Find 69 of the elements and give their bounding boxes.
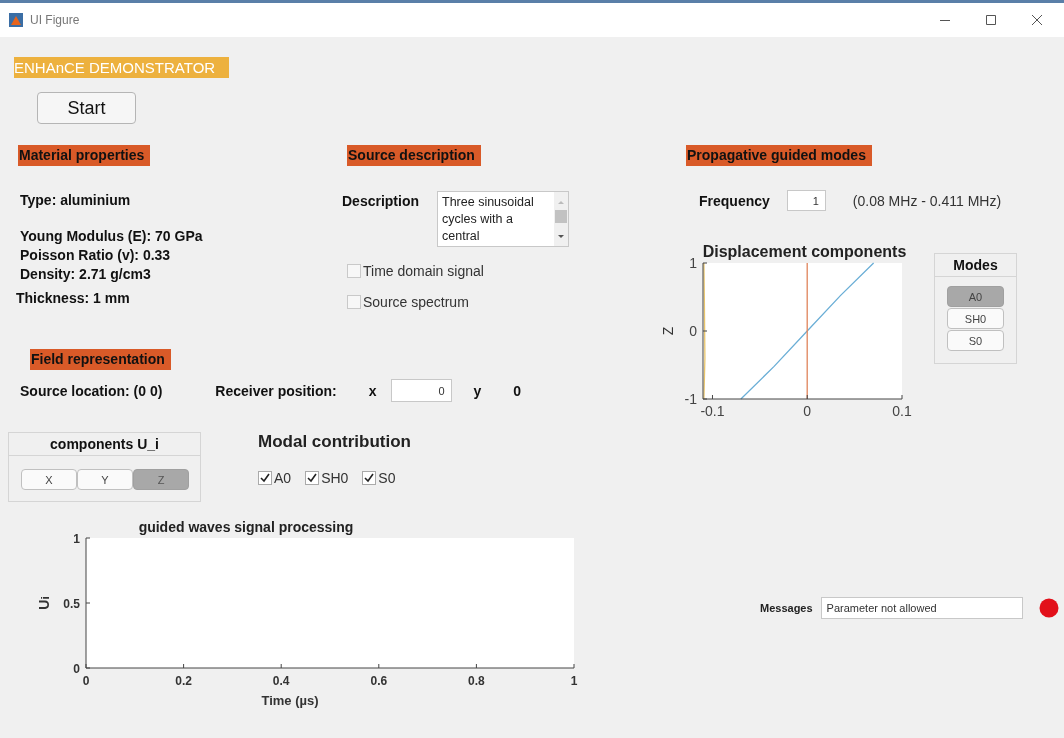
tick-label: 1 (73, 532, 80, 546)
tick-label: 1 (570, 674, 578, 688)
tick-label: 0 (82, 674, 90, 688)
app-icon (9, 13, 23, 27)
tick-label: 0.8 (468, 674, 485, 688)
modal-title: Modal contribution (258, 432, 411, 452)
checkmark-icon (363, 472, 376, 484)
property-text: Poisson Ratio (v): 0.33 (20, 246, 171, 265)
tick-label: -1 (684, 391, 697, 407)
checkbox[interactable] (305, 471, 320, 485)
description-label: Description (342, 192, 419, 210)
tick-label: -0.1 (700, 403, 725, 419)
tick-label: 0.1 (892, 403, 912, 419)
property-text: Density: 2.71 g/cm3 (20, 265, 151, 284)
messages-label: Messages (760, 602, 813, 614)
checkbox-label: A0 (274, 470, 292, 486)
checkbox-label: Time domain signal (363, 262, 484, 280)
description-list[interactable]: Three sinusoidal cycles with a central (437, 191, 569, 247)
scroll-bar (554, 192, 568, 246)
chart-title: guided waves signal processing (138, 519, 354, 535)
checkmark-icon (306, 472, 319, 484)
frequency-label: Frequency (699, 191, 770, 210)
tick-label: 0 (73, 662, 80, 676)
tick-label: 1 (689, 255, 697, 271)
checkbox-label: Source spectrum (363, 293, 469, 311)
checkbox[interactable] (347, 295, 361, 309)
close-icon[interactable] (1032, 15, 1042, 25)
y-label: y (473, 381, 482, 400)
mode-button[interactable]: SH0 (947, 308, 1004, 329)
chart-title: Displacement components (702, 243, 907, 260)
frequency-field[interactable]: 1 (786, 190, 826, 211)
frequency-range: (0.08 MHz - 0.411 MHz) (852, 192, 1002, 209)
panel-title: Modes (935, 254, 1016, 277)
x-label: x (368, 381, 377, 400)
y-value: 0 (513, 381, 522, 400)
checkbox[interactable] (258, 471, 272, 485)
toggle-button[interactable]: X (21, 469, 77, 490)
x-field[interactable]: 0 (390, 379, 452, 402)
maximize-icon[interactable] (986, 15, 996, 25)
tick-label: 0.6 (370, 674, 388, 688)
mode-button[interactable]: A0 (947, 286, 1004, 307)
source-location-text: Source location: (0 0) (20, 381, 163, 400)
checkbox-label: SH0 (321, 470, 349, 486)
receiver-label: Receiver position: (215, 381, 337, 400)
section-heading: Propagative guided modes (686, 145, 872, 166)
tick-label: 0.2 (175, 674, 192, 688)
property-text: Young Modulus (E): 70 GPa (20, 227, 203, 246)
app-banner: ENHAnCE DEMONSTRATOR (14, 57, 230, 78)
axis-label: Z (659, 325, 677, 338)
checkbox[interactable] (362, 471, 377, 485)
section-heading: Field representation (30, 349, 171, 370)
section-heading: Material properties (18, 145, 151, 166)
checkbox[interactable] (347, 264, 361, 278)
section-heading: Source description (347, 145, 481, 166)
checkbox-label: S0 (378, 470, 396, 486)
message-field[interactable]: Parameter not allowed (820, 597, 1023, 619)
window-title: UI Figure (30, 13, 80, 27)
mode-button[interactable]: S0 (947, 330, 1004, 351)
tick-label: 0 (803, 403, 812, 419)
property-text: Thickness: 1 mm (16, 289, 130, 308)
panel-title: components U_i (9, 433, 200, 456)
tick-label: 0.5 (63, 597, 80, 611)
start-button[interactable]: Start (37, 92, 136, 124)
axis-label: Time (µs) (261, 693, 319, 708)
property-text: Type: aluminium (20, 191, 131, 210)
checkmark-icon (259, 472, 271, 484)
tick-label: 0.4 (272, 674, 290, 688)
toggle-button[interactable]: Y (77, 469, 133, 490)
tick-label: 0 (689, 323, 697, 339)
